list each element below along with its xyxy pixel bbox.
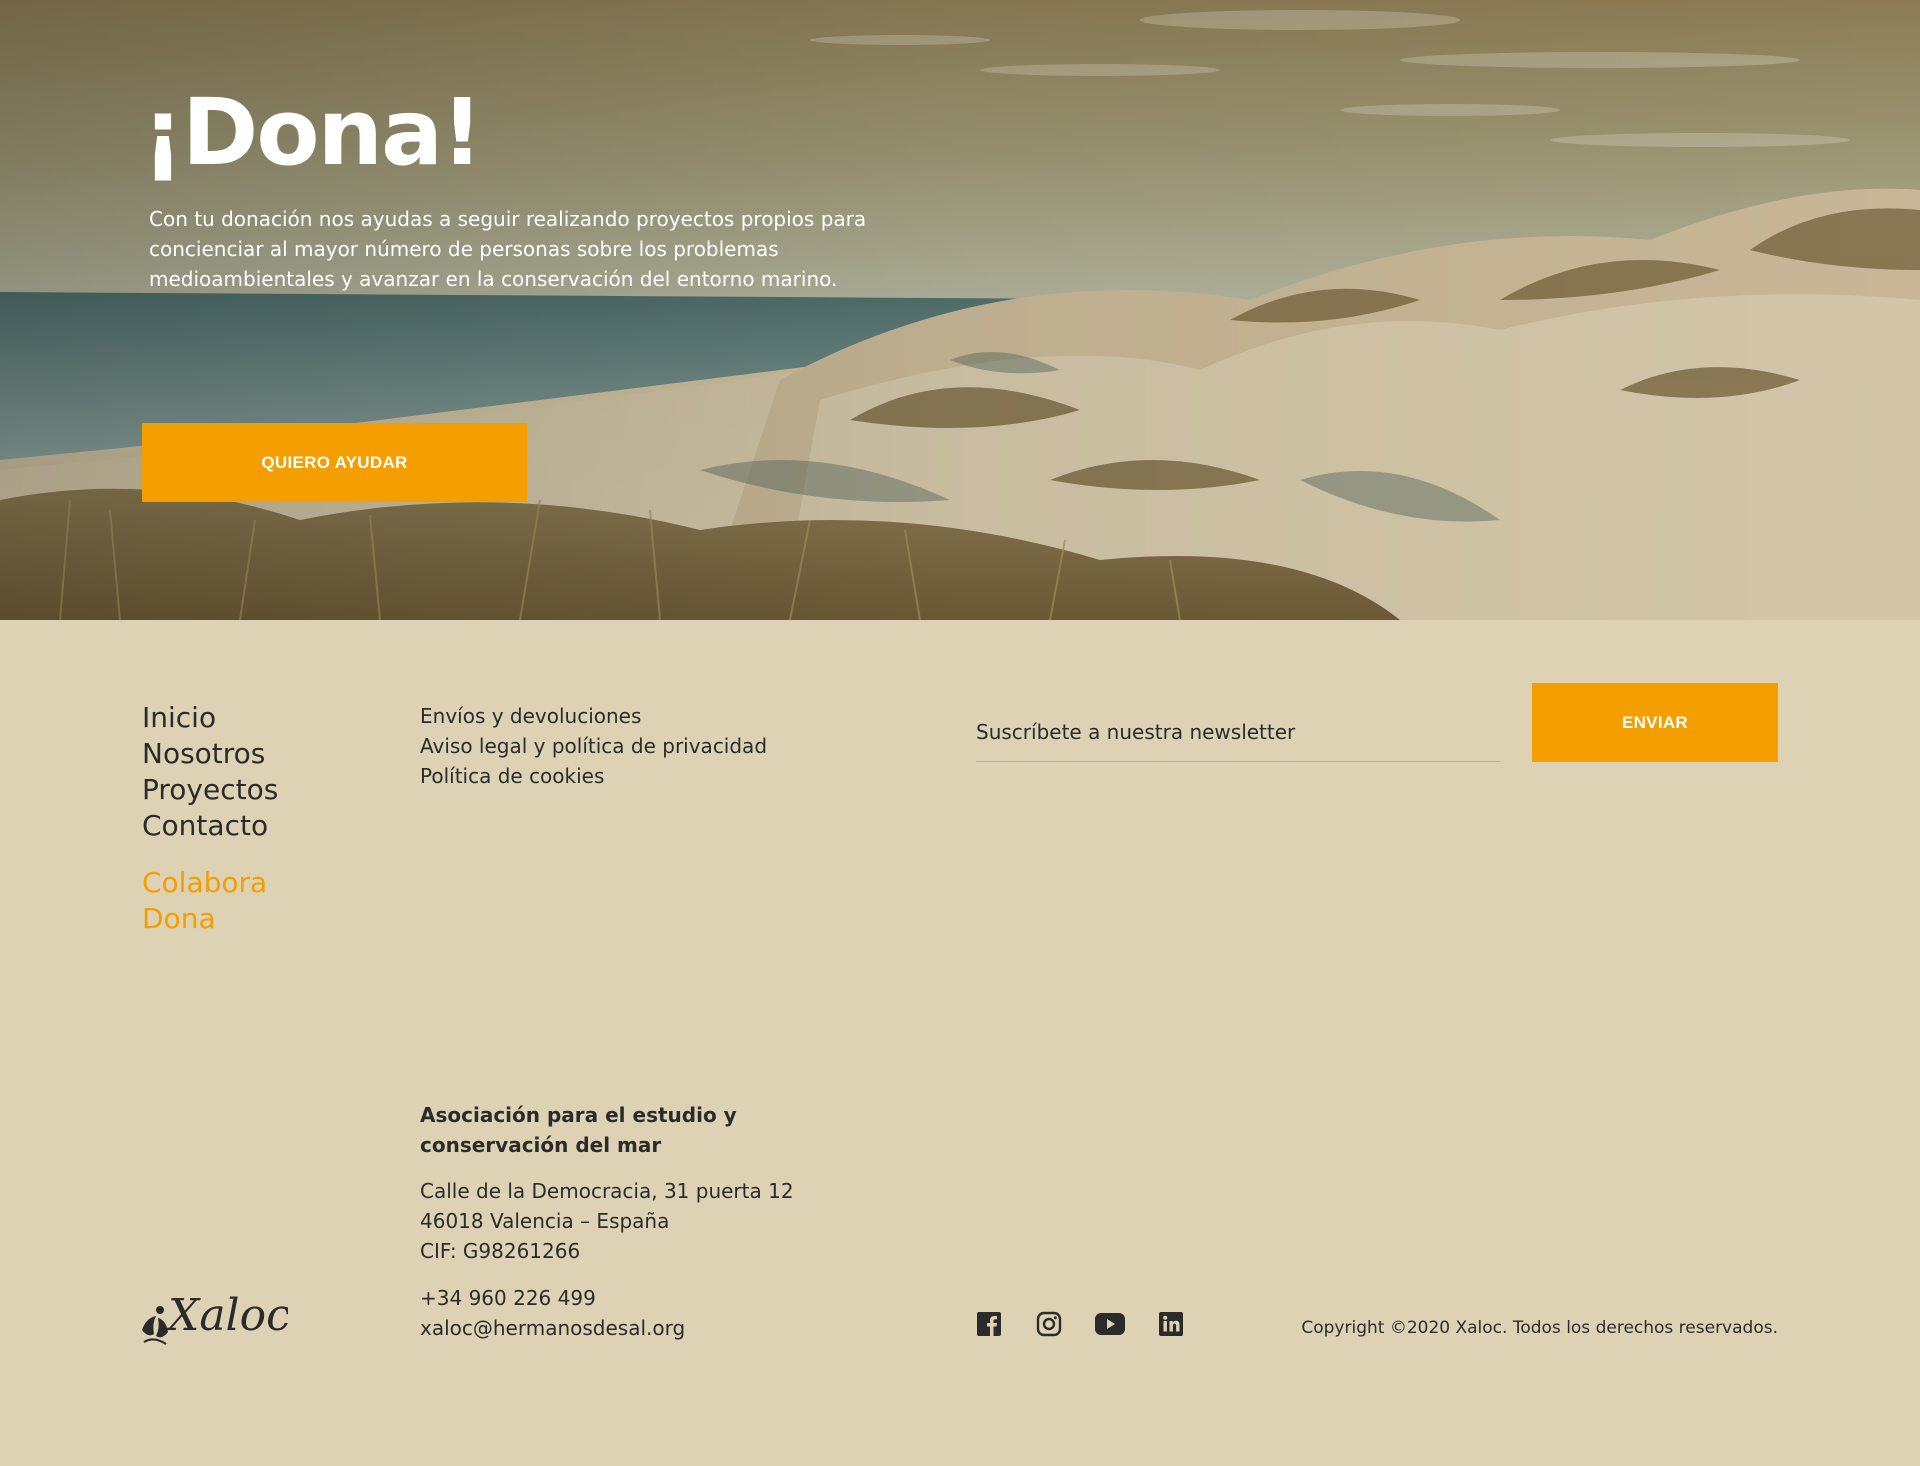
linkedin-icon[interactable] bbox=[1157, 1310, 1185, 1338]
link-aviso-legal[interactable]: Aviso legal y política de privacidad bbox=[420, 731, 767, 761]
logo-wordmark: Xaloc bbox=[165, 1290, 288, 1341]
newsletter-email-input[interactable] bbox=[976, 698, 1500, 762]
footer-accent-nav: Colabora Dona bbox=[142, 865, 267, 937]
link-politica-cookies[interactable]: Política de cookies bbox=[420, 761, 767, 791]
email-address[interactable]: xaloc@hermanosdesal.org bbox=[420, 1313, 685, 1343]
address-line-1: Calle de la Democracia, 31 puerta 12 bbox=[420, 1179, 794, 1203]
address-line-2: 46018 Valencia – España bbox=[420, 1209, 670, 1233]
footer-main-nav: Inicio Nosotros Proyectos Contacto bbox=[142, 700, 278, 844]
organization-contact: +34 960 226 499 xaloc@hermanosdesal.org bbox=[420, 1283, 685, 1343]
phone-number[interactable]: +34 960 226 499 bbox=[420, 1283, 685, 1313]
hero-title: ¡Dona! bbox=[142, 79, 483, 186]
cif: CIF: G98261266 bbox=[420, 1239, 581, 1263]
instagram-icon[interactable] bbox=[1035, 1310, 1063, 1338]
nav-item-proyectos[interactable]: Proyectos bbox=[142, 772, 278, 808]
footer-legal-nav: Envíos y devoluciones Aviso legal y polí… bbox=[420, 701, 767, 791]
hero-section: ¡Dona! Con tu donación nos ayudas a segu… bbox=[0, 0, 1920, 620]
xaloc-logo[interactable]: Xaloc bbox=[138, 1278, 291, 1350]
hero-description: Con tu donación nos ayudas a seguir real… bbox=[149, 207, 867, 291]
social-links bbox=[975, 1310, 1185, 1338]
nav-item-inicio[interactable]: Inicio bbox=[142, 700, 278, 736]
link-envios-devoluciones[interactable]: Envíos y devoluciones bbox=[420, 701, 767, 731]
nav-item-colabora[interactable]: Colabora bbox=[142, 865, 267, 901]
nav-item-nosotros[interactable]: Nosotros bbox=[142, 736, 278, 772]
nav-item-dona[interactable]: Dona bbox=[142, 901, 267, 937]
organization-address: Calle de la Democracia, 31 puerta 12 460… bbox=[420, 1176, 794, 1266]
nav-item-contacto[interactable]: Contacto bbox=[142, 808, 278, 844]
quiero-ayudar-button[interactable]: QUIERO AYUDAR bbox=[142, 423, 527, 502]
organization-name: Asociación para el estudio y conservació… bbox=[420, 1103, 737, 1157]
youtube-icon[interactable] bbox=[1095, 1310, 1125, 1338]
facebook-icon[interactable] bbox=[975, 1310, 1003, 1338]
enviar-button[interactable]: ENVIAR bbox=[1532, 683, 1778, 762]
copyright-text: Copyright ©2020 Xaloc. Todos los derecho… bbox=[1301, 1318, 1778, 1338]
xaloc-logo-graphic: Xaloc bbox=[142, 1290, 291, 1345]
